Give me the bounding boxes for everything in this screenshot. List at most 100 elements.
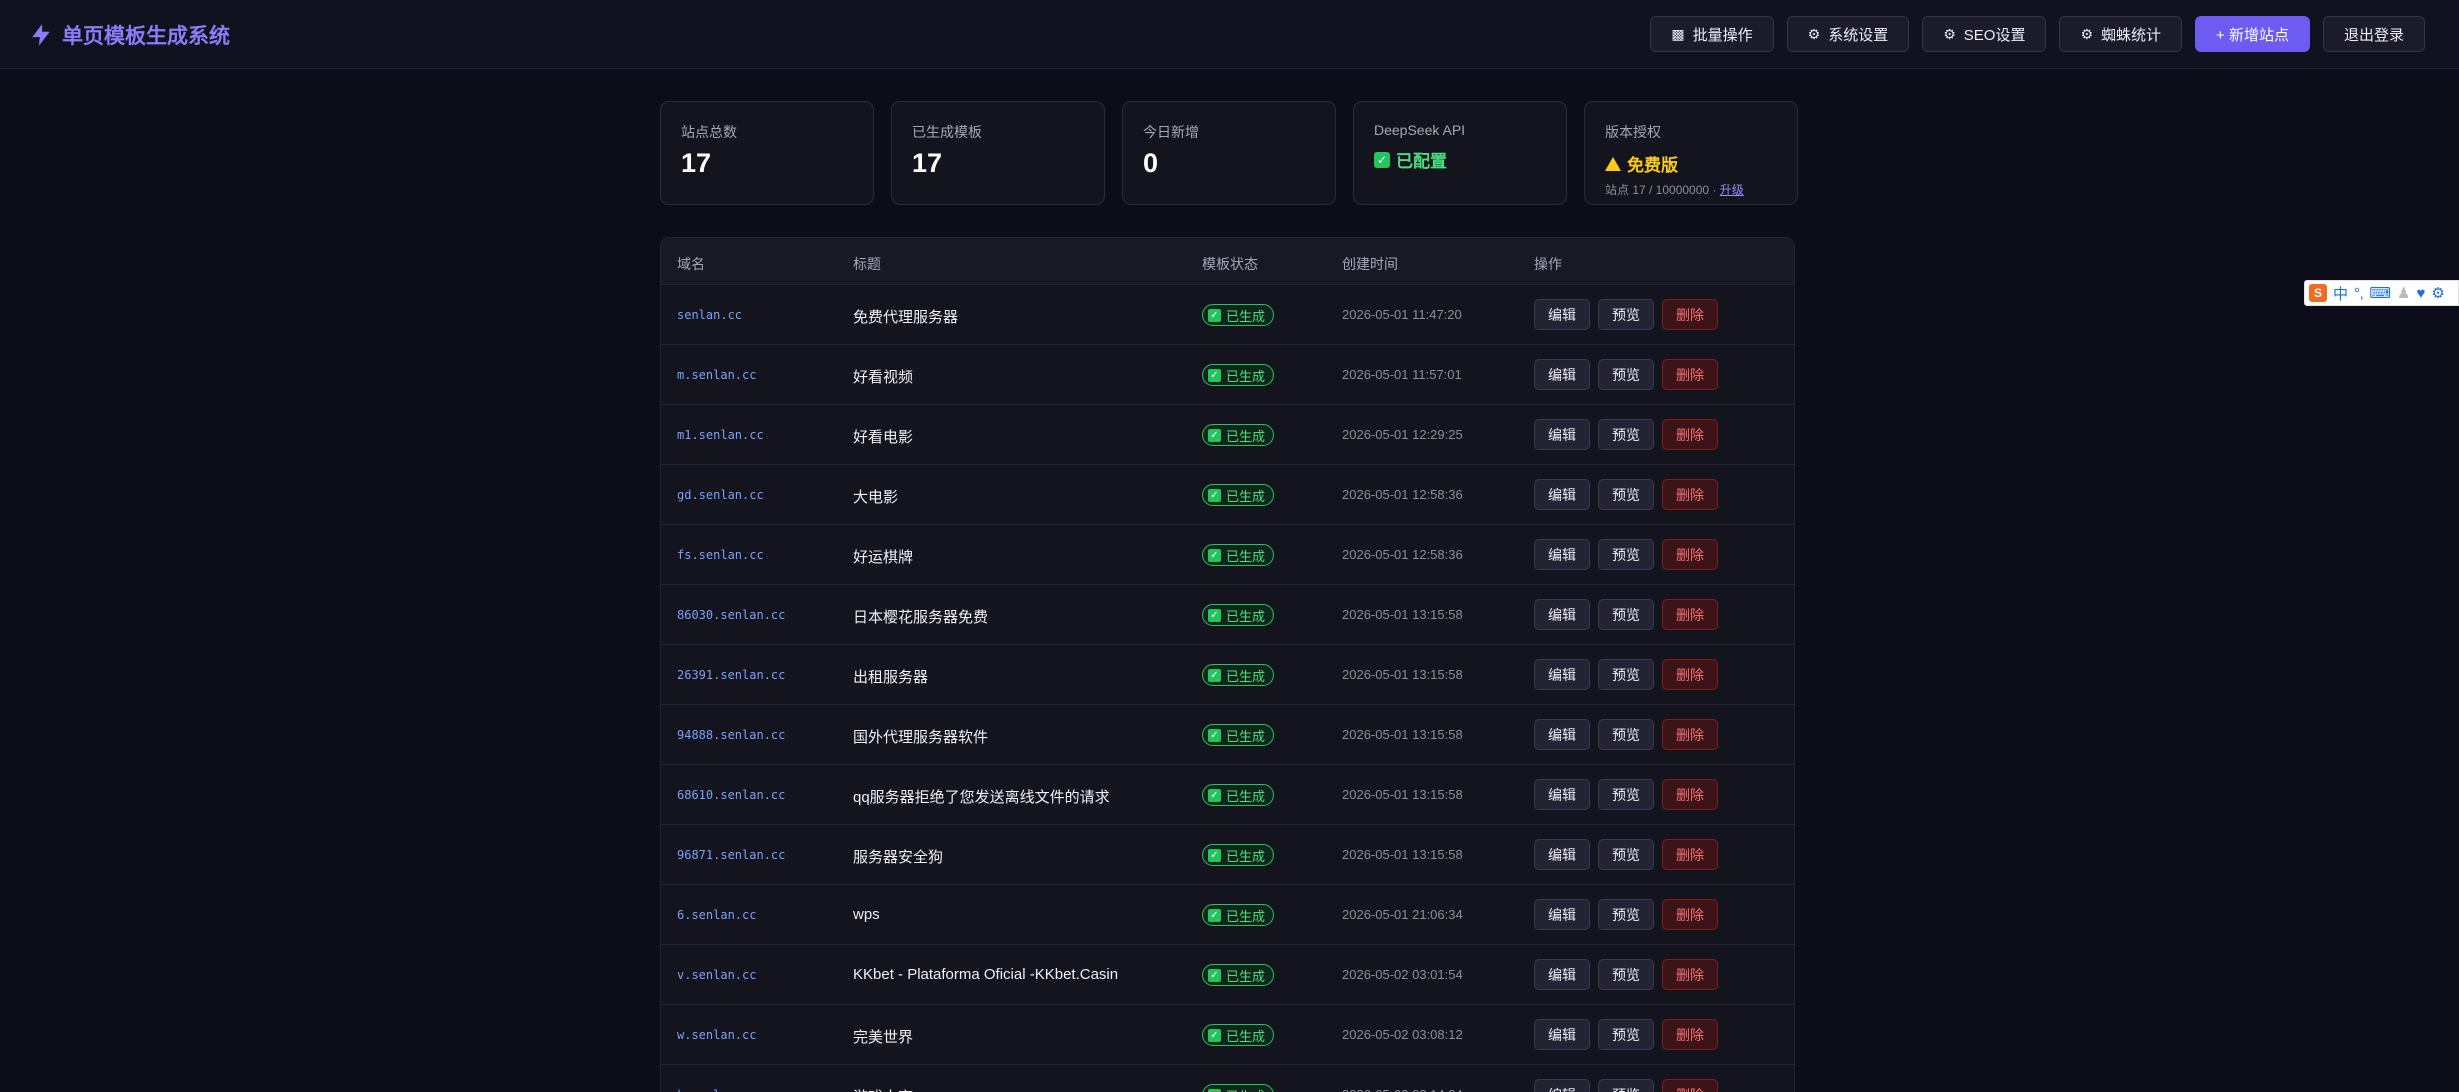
- delete-button[interactable]: 删除: [1662, 839, 1718, 870]
- preview-button[interactable]: 预览: [1598, 539, 1654, 570]
- status-text: 已生成: [1226, 1028, 1266, 1044]
- logout-button[interactable]: 退出登录: [2322, 16, 2425, 52]
- preview-button[interactable]: 预览: [1598, 779, 1654, 810]
- site-domain[interactable]: m.senlan.cc: [677, 368, 756, 382]
- created-time: 2026-05-01 11:57:01: [1342, 367, 1462, 382]
- keyboard-icon[interactable]: ⌨: [2369, 284, 2391, 302]
- edit-button[interactable]: 编辑: [1534, 359, 1590, 390]
- gear-icon: ⚙: [2080, 25, 2094, 42]
- edit-button[interactable]: 编辑: [1534, 659, 1590, 690]
- preview-button[interactable]: 预览: [1598, 1079, 1654, 1092]
- check-icon: ✓: [1208, 1088, 1221, 1092]
- site-domain[interactable]: 86030.senlan.cc: [677, 608, 785, 622]
- upgrade-link[interactable]: 升级: [1720, 183, 1744, 197]
- created-time: 2026-05-02 03:14:34: [1342, 1087, 1463, 1092]
- status-badge: ✓ 已生成: [1202, 724, 1275, 746]
- user-icon[interactable]: ♟: [2397, 284, 2410, 302]
- site-domain[interactable]: 68610.senlan.cc: [677, 788, 785, 802]
- edit-button[interactable]: 编辑: [1534, 599, 1590, 630]
- status-text: 已生成: [1226, 908, 1266, 924]
- edit-button[interactable]: 编辑: [1534, 479, 1590, 510]
- status-badge: ✓ 已生成: [1202, 844, 1275, 866]
- preview-button[interactable]: 预览: [1598, 659, 1654, 690]
- preview-button[interactable]: 预览: [1598, 1019, 1654, 1050]
- table-row: 26391.senlan.cc 出租服务器 ✓ 已生成 2026-05-01 13:15…: [661, 645, 1794, 705]
- gear-icon: ⚙: [1807, 25, 1821, 42]
- sogou-logo-icon[interactable]: S: [2309, 284, 2327, 302]
- seo-settings-button[interactable]: ⚙ SEO设置: [1922, 16, 2047, 52]
- delete-button[interactable]: 删除: [1662, 359, 1718, 390]
- delete-button[interactable]: 删除: [1662, 959, 1718, 990]
- table-row: m1.senlan.cc 好看电影 ✓ 已生成 2026-05-01 12:29:25 编…: [661, 405, 1794, 465]
- check-icon: ✓: [1208, 788, 1221, 802]
- site-domain[interactable]: w.senlan.cc: [677, 1028, 756, 1042]
- stat-deepseek-api: DeepSeek API ✓ 已配置: [1353, 101, 1567, 205]
- preview-button[interactable]: 预览: [1598, 419, 1654, 450]
- spider-stats-button[interactable]: ⚙ 蜘蛛统计: [2059, 16, 2183, 52]
- ime-settings-icon[interactable]: ⚙: [2431, 284, 2444, 302]
- edit-button[interactable]: 编辑: [1534, 959, 1590, 990]
- preview-button[interactable]: 预览: [1598, 599, 1654, 630]
- preview-button[interactable]: 预览: [1598, 479, 1654, 510]
- edit-button[interactable]: 编辑: [1534, 419, 1590, 450]
- check-icon: ✓: [1208, 368, 1221, 382]
- site-title: 好看电影: [853, 429, 914, 446]
- site-domain[interactable]: 94888.senlan.cc: [677, 728, 785, 742]
- delete-button[interactable]: 删除: [1662, 419, 1718, 450]
- preview-button[interactable]: 预览: [1598, 959, 1654, 990]
- site-domain[interactable]: fs.senlan.cc: [677, 548, 764, 562]
- delete-button[interactable]: 删除: [1662, 539, 1718, 570]
- edit-button[interactable]: 编辑: [1534, 539, 1590, 570]
- site-domain[interactable]: k.senlan.cc: [677, 1088, 756, 1092]
- license-edition-text: 免费版: [1627, 156, 1678, 175]
- edit-button[interactable]: 编辑: [1534, 1019, 1590, 1050]
- ime-mode[interactable]: 中: [2333, 283, 2348, 304]
- edit-button[interactable]: 编辑: [1534, 779, 1590, 810]
- brand[interactable]: 单页模板生成系统: [28, 20, 230, 50]
- batch-operation-label: 批量操作: [1692, 26, 1753, 44]
- site-domain[interactable]: senlan.cc: [677, 308, 742, 322]
- site-domain[interactable]: 96871.senlan.cc: [677, 848, 785, 862]
- delete-button[interactable]: 删除: [1662, 719, 1718, 750]
- ime-toolbar[interactable]: S 中 °‚ ⌨ ♟ ♥ ⚙: [2304, 280, 2459, 306]
- delete-button[interactable]: 删除: [1662, 1019, 1718, 1050]
- preview-button[interactable]: 预览: [1598, 299, 1654, 330]
- delete-button[interactable]: 删除: [1662, 779, 1718, 810]
- site-domain[interactable]: gd.senlan.cc: [677, 488, 764, 502]
- punctuation-icon[interactable]: °‚: [2354, 285, 2363, 302]
- status-text: 已生成: [1226, 788, 1266, 804]
- created-time: 2026-05-02 03:08:12: [1342, 1027, 1463, 1042]
- app-title: 单页模板生成系统: [62, 25, 230, 48]
- site-domain[interactable]: v.senlan.cc: [677, 968, 756, 982]
- preview-button[interactable]: 预览: [1598, 719, 1654, 750]
- delete-button[interactable]: 删除: [1662, 479, 1718, 510]
- system-settings-button[interactable]: ⚙ 系统设置: [1786, 16, 1910, 52]
- delete-button[interactable]: 删除: [1662, 299, 1718, 330]
- skin-icon[interactable]: ♥: [2416, 285, 2425, 302]
- site-domain[interactable]: 6.senlan.cc: [677, 908, 756, 922]
- edit-button[interactable]: 编辑: [1534, 299, 1590, 330]
- delete-button[interactable]: 删除: [1662, 899, 1718, 930]
- add-site-button[interactable]: + 新增站点: [2195, 16, 2310, 52]
- status-badge: ✓ 已生成: [1202, 964, 1275, 986]
- edit-button[interactable]: 编辑: [1534, 899, 1590, 930]
- site-domain[interactable]: m1.senlan.cc: [677, 428, 764, 442]
- site-title: 日本樱花服务器免费: [853, 609, 989, 626]
- table-row: w.senlan.cc 完美世界 ✓ 已生成 2026-05-02 03:08:12 编辑…: [661, 1005, 1794, 1065]
- table-row: 86030.senlan.cc 日本樱花服务器免费 ✓ 已生成 2026-05-01 1…: [661, 585, 1794, 645]
- preview-button[interactable]: 预览: [1598, 899, 1654, 930]
- delete-button[interactable]: 删除: [1662, 659, 1718, 690]
- edit-button[interactable]: 编辑: [1534, 1079, 1590, 1092]
- table-row: gd.senlan.cc 大电影 ✓ 已生成 2026-05-01 12:58:36 编辑…: [661, 465, 1794, 525]
- preview-button[interactable]: 预览: [1598, 839, 1654, 870]
- delete-button[interactable]: 删除: [1662, 599, 1718, 630]
- batch-operation-button[interactable]: ▩ 批量操作: [1650, 16, 1774, 52]
- table-row: senlan.cc 免费代理服务器 ✓ 已生成 2026-05-01 11:47:20 编…: [661, 285, 1794, 345]
- site-domain[interactable]: 26391.senlan.cc: [677, 668, 785, 682]
- preview-button[interactable]: 预览: [1598, 359, 1654, 390]
- delete-button[interactable]: 删除: [1662, 1079, 1718, 1092]
- header-domain: 域名: [677, 256, 705, 272]
- edit-button[interactable]: 编辑: [1534, 719, 1590, 750]
- edit-button[interactable]: 编辑: [1534, 839, 1590, 870]
- table-body: senlan.cc 免费代理服务器 ✓ 已生成 2026-05-01 11:47:20 编…: [661, 285, 1794, 1092]
